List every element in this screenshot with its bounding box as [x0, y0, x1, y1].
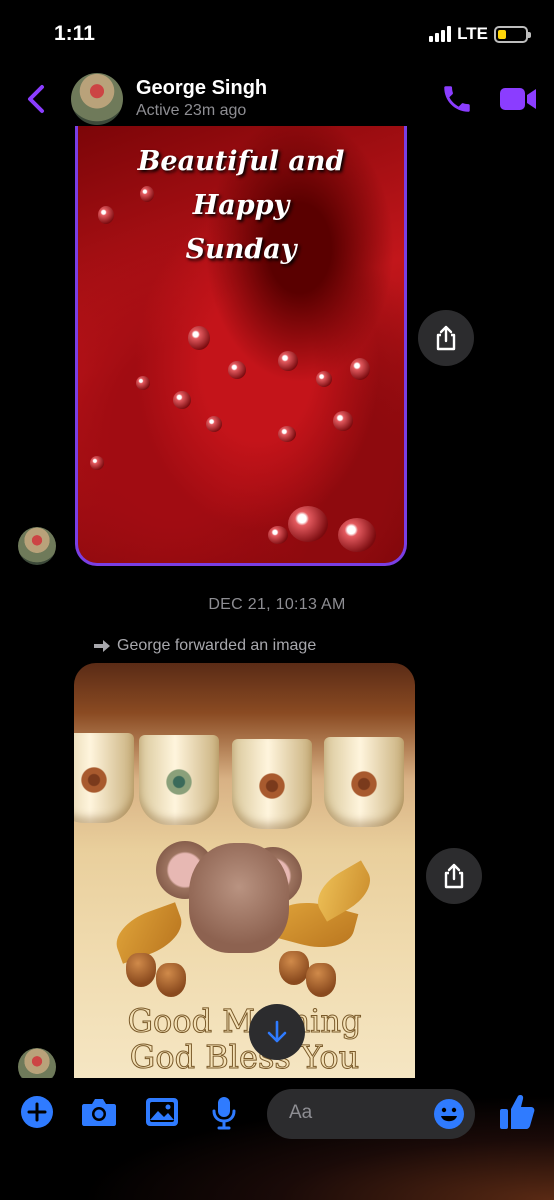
signal-icon: [429, 26, 452, 42]
contact-name[interactable]: George Singh: [136, 77, 267, 100]
plus-icon[interactable]: [20, 1095, 54, 1129]
share-button[interactable]: [426, 848, 482, 904]
thumbs-up-icon[interactable]: [498, 1092, 536, 1132]
mic-icon[interactable]: [210, 1095, 238, 1131]
shared-image-rose[interactable]: Beautiful and Happy Sunday: [75, 126, 407, 566]
phone-icon[interactable]: [440, 82, 474, 116]
forwarded-label: George forwarded an image: [117, 637, 317, 654]
forwarded-note: George forwarded an image: [93, 637, 316, 655]
status-bar: 1:11 LTE: [0, 0, 554, 70]
message-input[interactable]: Aa: [267, 1089, 475, 1139]
network-label: LTE: [457, 24, 488, 43]
conversation-header: George Singh Active 23m ago: [0, 68, 554, 130]
share-button[interactable]: [418, 310, 474, 366]
scroll-down-icon: [267, 1020, 287, 1043]
message-input-placeholder: Aa: [289, 1102, 313, 1123]
status-time: 1:11: [54, 22, 95, 45]
shared-image-mouse[interactable]: Good Morning God Bless You: [74, 663, 415, 1078]
video-icon[interactable]: [498, 84, 538, 114]
camera-icon[interactable]: [80, 1095, 118, 1129]
back-icon[interactable]: [22, 82, 52, 116]
active-status: Active 23m ago: [136, 102, 247, 119]
message-timestamp: DEC 21, 10:13 AM: [208, 596, 346, 613]
share-icon: [444, 863, 464, 889]
share-icon: [436, 325, 456, 351]
emoji-icon[interactable]: [433, 1098, 465, 1130]
forward-arrow-icon: [94, 640, 110, 652]
mouse-image-caption: Good Morning God Bless You: [127, 1002, 362, 1076]
sender-avatar[interactable]: [18, 527, 56, 565]
battery-icon: [494, 25, 531, 43]
rose-image-caption: Beautiful and Happy Sunday: [137, 146, 345, 265]
status-right: LTE: [429, 24, 531, 44]
contact-avatar[interactable]: [71, 73, 123, 125]
composer-bar: Aa: [0, 1078, 554, 1200]
image-icon[interactable]: [144, 1095, 180, 1129]
scroll-to-bottom-button[interactable]: [249, 1004, 305, 1060]
